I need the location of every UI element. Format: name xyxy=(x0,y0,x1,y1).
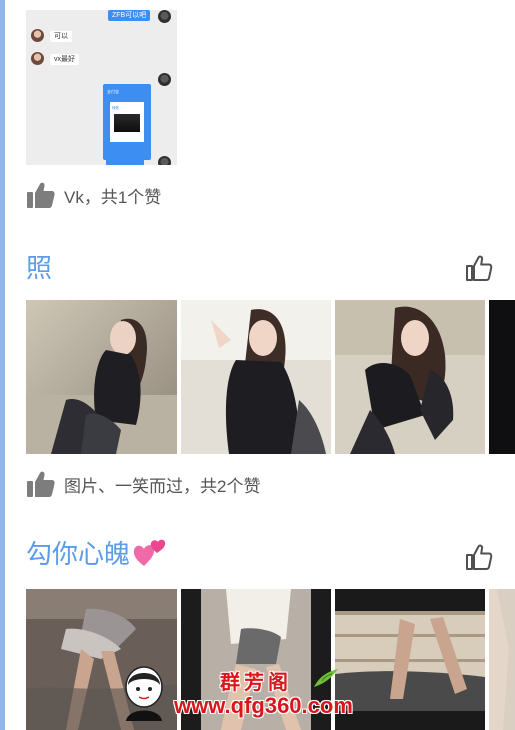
photo-row xyxy=(26,300,515,454)
thumbs-up-outline-icon[interactable] xyxy=(465,254,493,282)
likes-summary: 图片、一笑而过，共2个赞 xyxy=(26,469,260,499)
likes-summary: Vk，共1个赞 xyxy=(26,180,161,210)
transfer-card-title: 转账 xyxy=(112,106,119,110)
transfer-card: 支付宝 转账 xyxy=(103,84,151,160)
chat-avatar-self xyxy=(158,10,171,23)
watermark-logo xyxy=(125,666,163,721)
chat-bubble-outgoing: ZFB可以吧 xyxy=(108,10,151,21)
chat-avatar-other xyxy=(31,29,44,42)
chat-bubble-outgoing xyxy=(106,158,144,165)
chat-avatar-self xyxy=(158,73,171,86)
thumbs-up-outline-icon[interactable] xyxy=(465,543,493,571)
watermark-site-name: 群芳阁 xyxy=(220,672,292,694)
leaf-decoration-icon xyxy=(314,669,338,687)
chat-avatar-self xyxy=(158,156,171,165)
left-accent-stripe xyxy=(0,0,5,730)
redacted-block xyxy=(114,114,140,132)
two-hearts-emoji xyxy=(133,539,166,566)
post-photo-3[interactable] xyxy=(335,300,485,454)
chat-avatar-other xyxy=(31,52,44,65)
post-photo-4[interactable] xyxy=(489,300,515,454)
chat-bubble-incoming: 可以 xyxy=(50,31,72,42)
page: ZFB可以吧 可以 vx最好 支付宝 转账 Vk，共1个赞 照 图片、一笑而过，… xyxy=(0,0,515,730)
thumbs-up-filled-icon xyxy=(27,471,55,497)
watermark: 群芳阁 www.qfg360.com xyxy=(120,663,400,725)
post-photo-1[interactable] xyxy=(26,300,177,454)
post-title: 勾你心魄 xyxy=(26,539,131,569)
watermark-url: www.qfg360.com xyxy=(174,693,353,718)
post-title: 照 xyxy=(26,253,53,283)
likes-text: 图片、一笑而过，共2个赞 xyxy=(64,476,261,496)
thumbs-up-filled-icon xyxy=(27,182,55,208)
post-photo-2[interactable] xyxy=(181,300,331,454)
post-title-row: 勾你心魄 xyxy=(26,534,168,571)
transfer-card-app: 支付宝 xyxy=(107,89,119,94)
chat-screenshot-image[interactable]: ZFB可以吧 可以 vx最好 支付宝 转账 xyxy=(26,10,177,165)
likes-text: Vk，共1个赞 xyxy=(64,187,162,207)
chat-bubble-incoming: vx最好 xyxy=(50,54,79,65)
transfer-card-body: 转账 xyxy=(110,102,144,142)
post-photo-4[interactable] xyxy=(489,589,515,730)
